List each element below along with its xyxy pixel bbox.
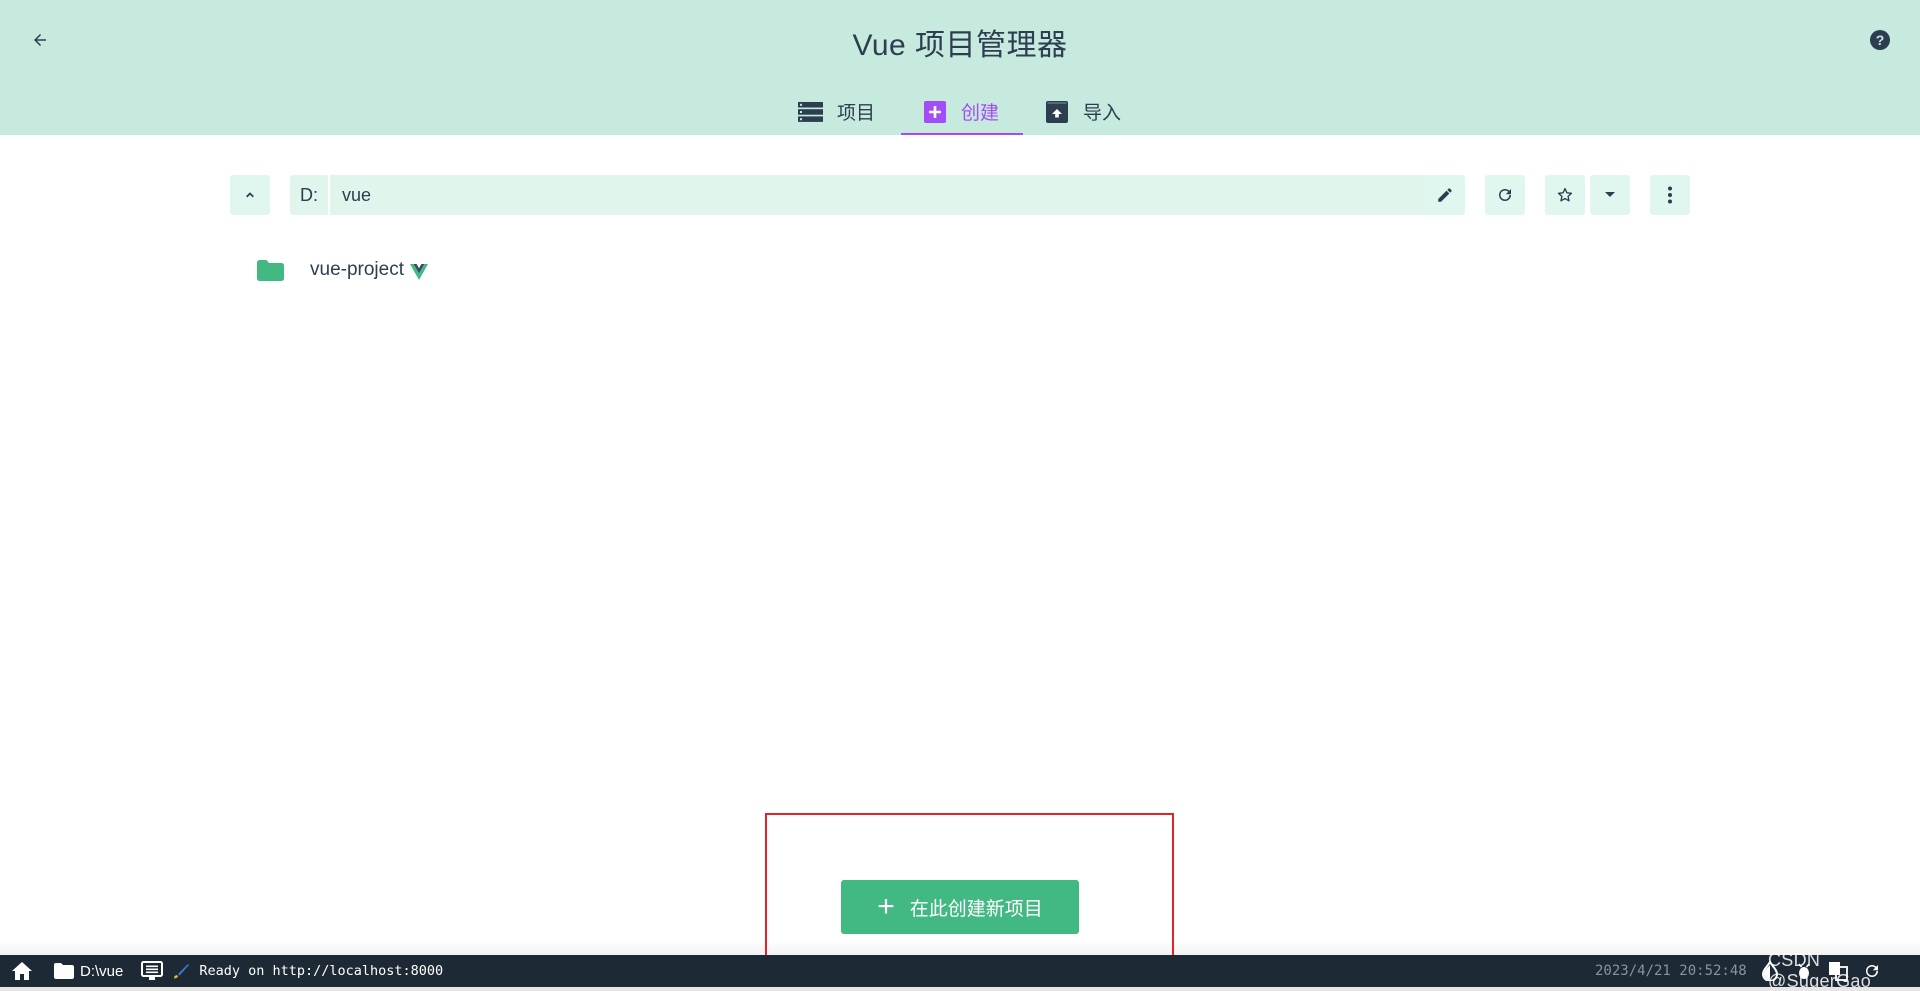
star-outline-icon: [1557, 187, 1573, 202]
favorites-dropdown-button[interactable]: [1590, 175, 1630, 215]
chevron-up-icon: [246, 192, 254, 198]
folder-icon: [257, 259, 284, 281]
current-folder-button[interactable]: D:\vue: [54, 955, 123, 987]
help-circle-icon: ?: [1875, 32, 1885, 48]
tab-label: 创建: [961, 103, 1000, 124]
list-icon: [798, 101, 823, 123]
refresh-icon: [1499, 189, 1511, 201]
tab-projects[interactable]: 项目: [780, 88, 901, 135]
unarchive-icon: [1044, 100, 1069, 123]
refresh-app-button[interactable]: [1862, 961, 1882, 981]
path-drive-segment[interactable]: D:: [290, 175, 330, 215]
more-options-button[interactable]: [1650, 175, 1690, 215]
favorite-button[interactable]: [1545, 175, 1585, 215]
caret-down-icon: [1605, 192, 1615, 197]
help-button[interactable]: ?: [1870, 30, 1890, 50]
current-folder-path: D:\vue: [80, 962, 124, 980]
home-icon: [12, 962, 32, 980]
path-input[interactable]: [330, 175, 1425, 215]
parent-folder-button[interactable]: [230, 175, 270, 215]
vue-logo-icon: [410, 264, 428, 280]
annotation-highlight-box: [765, 813, 1174, 960]
more-vertical-icon: [1668, 186, 1672, 204]
translate-icon: [1829, 962, 1848, 981]
folder-icon: [54, 963, 74, 979]
page-title: Vue 项目管理器: [852, 29, 1068, 62]
refresh-icon: [1866, 965, 1878, 977]
browser-bottom-edge: [0, 987, 1920, 991]
tab-create[interactable]: 创建: [901, 88, 1023, 135]
app-header: Vue 项目管理器 ? 项目 创建 导入: [0, 0, 1920, 135]
dark-mode-icon: [1762, 961, 1778, 981]
folder-list-item[interactable]: vue-project: [250, 252, 436, 288]
pencil-icon: [1438, 188, 1452, 202]
status-right-actions: [1760, 955, 1882, 987]
path-field: D:: [290, 175, 1465, 215]
tab-label: 项目: [837, 103, 876, 124]
report-bug-button[interactable]: [1794, 961, 1814, 981]
translate-button[interactable]: [1828, 961, 1848, 981]
tab-import[interactable]: 导入: [1023, 88, 1151, 135]
tab-label: 导入: [1083, 103, 1122, 124]
edit-path-button[interactable]: [1425, 175, 1465, 215]
main-tabs: 项目 创建 导入: [780, 88, 1151, 135]
status-bar: D:\vue Ready on http://localhost:8000 20…: [0, 950, 1920, 991]
folder-name: vue-project: [310, 259, 404, 280]
console-button[interactable]: [141, 955, 164, 987]
refresh-button[interactable]: [1485, 175, 1525, 215]
log-message[interactable]: Ready on http://localhost:8000: [173, 955, 443, 987]
paint-brush-icon: [174, 964, 190, 979]
dark-mode-toggle[interactable]: [1760, 961, 1780, 981]
add-box-icon: [922, 100, 947, 123]
log-text: Ready on http://localhost:8000: [199, 963, 444, 979]
home-button[interactable]: [10, 955, 34, 987]
bug-icon: [1798, 963, 1810, 979]
status-timestamp: 2023/4/21 20:52:48: [1595, 963, 1747, 979]
console-icon: [141, 961, 164, 980]
